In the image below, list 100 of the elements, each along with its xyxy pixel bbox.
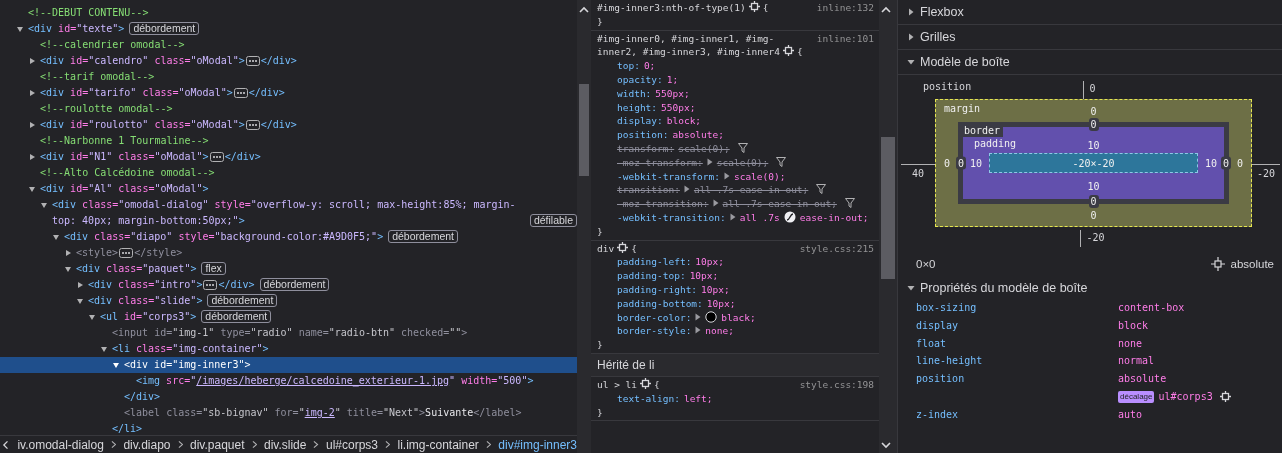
breadcrumb-item[interactable]: iv.omodal-dialog	[17, 437, 104, 452]
target-icon[interactable]	[1219, 391, 1231, 403]
tree-row[interactable]: <div id="calendro" class="oModal"> </div>	[0, 53, 577, 69]
property-name[interactable]: -moz-transform:	[617, 156, 703, 168]
property-name[interactable]: padding-left:	[617, 256, 692, 268]
caret-down-icon[interactable]	[88, 313, 96, 321]
breadcrumb-item[interactable]: div.paquet	[190, 437, 245, 452]
caret-down-icon[interactable]	[100, 345, 108, 353]
property-name[interactable]: padding-right:	[617, 283, 698, 295]
link[interactable]: img-2	[304, 407, 335, 418]
ellipsis-icon[interactable]	[203, 280, 218, 290]
border-left-value[interactable]: 0	[956, 156, 967, 170]
property-name[interactable]: -webkit-transform:	[617, 170, 720, 182]
property-name[interactable]: padding-top:	[617, 270, 686, 282]
funnel-icon[interactable]	[844, 198, 855, 209]
node-badge[interactable]: débordement	[388, 230, 459, 243]
ellipsis-icon[interactable]	[233, 88, 248, 98]
position-bottom-value[interactable]: -20	[1080, 230, 1105, 247]
caret-right-icon[interactable]	[76, 281, 84, 289]
margin-right-value[interactable]: 0	[1237, 157, 1243, 169]
node-badge[interactable]: flex	[201, 262, 226, 275]
property-name[interactable]: opacity:	[617, 74, 663, 85]
offset-parent-link[interactable]: ul#corps3	[1158, 388, 1213, 406]
tree-row[interactable]: <label class="sb-bignav" for="img-2" title="Next">Suivante</label>	[0, 405, 577, 421]
border-top-value[interactable]: 0	[1088, 118, 1099, 131]
source-link[interactable]: inline:132	[816, 1, 874, 15]
caret-right-icon[interactable]	[723, 171, 730, 180]
funnel-icon[interactable]	[737, 142, 748, 153]
caret-down-icon[interactable]	[40, 201, 48, 209]
property-name[interactable]: transform:	[617, 142, 675, 154]
caret-right-icon[interactable]	[28, 89, 36, 97]
content-box[interactable]: -20×-20	[989, 153, 1198, 173]
property-name[interactable]: -moz-transition:	[617, 198, 709, 210]
tree-row[interactable]: <!--calendrier omodal-->	[0, 37, 577, 53]
property-value[interactable]: 10px;	[706, 297, 736, 309]
tree-row[interactable]: <div id="Al" class="oModal">	[0, 181, 577, 197]
border-bottom-value[interactable]: 0	[1088, 195, 1099, 208]
scrollbar-thumb[interactable]	[579, 84, 589, 176]
target-icon[interactable]	[783, 45, 795, 57]
position-right-value[interactable]: -20	[1252, 163, 1280, 179]
ellipsis-icon[interactable]	[245, 120, 260, 130]
chevron-down-icon[interactable]	[881, 442, 891, 449]
breadcrumb-item[interactable]: div.diapo	[123, 437, 171, 452]
property-name[interactable]: padding-bottom:	[617, 297, 703, 309]
target-icon[interactable]	[640, 377, 652, 389]
tree-row[interactable]: <div id="texte"> débordement	[0, 21, 577, 37]
tree-row[interactable]: <div id="roulotto" class="oModal"> </div>	[0, 117, 577, 133]
caret-right-icon[interactable]	[28, 57, 36, 65]
caret-down-icon[interactable]	[28, 185, 36, 193]
caret-down-icon[interactable]	[52, 233, 60, 241]
property-name[interactable]: border-color:	[617, 311, 692, 323]
section-header[interactable]: Grilles	[898, 25, 1282, 50]
funnel-icon[interactable]	[776, 156, 787, 167]
caret-right-icon[interactable]	[64, 249, 72, 257]
caret-right-icon[interactable]	[695, 326, 702, 335]
property-value[interactable]: 10px;	[701, 283, 730, 295]
property-name[interactable]: transition:	[617, 184, 680, 196]
section-header[interactable]: Propriétés du modèle de boîte	[898, 281, 1282, 295]
property-name[interactable]: border-style:	[617, 325, 692, 337]
caret-right-icon[interactable]	[712, 199, 719, 208]
property-value[interactable]: all .7s	[739, 211, 780, 223]
ellipsis-icon[interactable]	[119, 248, 134, 258]
tree-row[interactable]: <li class="img-container">	[0, 341, 577, 357]
tree-row[interactable]: <!--roulotte omodal-->	[0, 101, 577, 117]
tree-row[interactable]: <div id="tarifo" class="oModal"> </div>	[0, 85, 577, 101]
property-name[interactable]: text-align:	[617, 392, 680, 404]
property-value[interactable]: block;	[666, 115, 702, 127]
property-value[interactable]: 1;	[666, 74, 679, 85]
breadcrumb-item[interactable]: div.slide	[264, 437, 307, 452]
caret-right-icon[interactable]	[683, 185, 690, 194]
link[interactable]: /images/heberge/calcedoine_exterieur-1.jpg	[196, 375, 450, 386]
property-name[interactable]: display:	[617, 115, 663, 127]
target-icon[interactable]	[748, 1, 760, 12]
chevron-left-icon[interactable]	[2, 439, 9, 450]
tree-row[interactable]: <div class="intro"> </div> débordement	[0, 277, 577, 293]
source-link[interactable]: style.css:198	[799, 377, 874, 392]
margin-bottom-value[interactable]: 0	[1090, 209, 1097, 221]
caret-down-icon[interactable]	[907, 284, 915, 292]
property-value[interactable]: absolute;	[672, 129, 724, 141]
property-value[interactable]: 0;	[643, 60, 656, 72]
tree-row[interactable]: <style> </style>	[0, 245, 577, 261]
property-value[interactable]: left;	[683, 392, 713, 404]
caret-down-icon[interactable]	[907, 58, 915, 66]
tree-row[interactable]: <div class="diapo" style="background-color:#A9D0F5;"> débordement	[0, 229, 577, 245]
margin-left-value[interactable]: 0	[944, 157, 950, 169]
scrollbar-thumb[interactable]	[881, 137, 895, 279]
breadcrumb-item[interactable]: li.img-container	[397, 437, 479, 452]
tree-row[interactable]: <!--Alto Calcédoine omodal-->	[0, 165, 577, 181]
move-icon[interactable]	[1210, 257, 1225, 271]
tree-row[interactable]: <!--Narbonne 1 Tourmaline-->	[0, 133, 577, 149]
section-header[interactable]: Modèle de boîte	[898, 50, 1282, 75]
scrollbar[interactable]	[879, 0, 898, 453]
property-value[interactable]: none;	[705, 325, 734, 337]
padding-left-value[interactable]: 10	[969, 157, 982, 169]
tree-row[interactable]: <!--tarif omodal-->	[0, 69, 577, 85]
property-name[interactable]: width:	[617, 87, 652, 99]
caret-right-icon[interactable]	[28, 121, 36, 129]
property-value[interactable]: 550px;	[655, 87, 690, 99]
funnel-icon[interactable]	[816, 184, 827, 195]
property-value[interactable]: 10px;	[695, 256, 724, 268]
